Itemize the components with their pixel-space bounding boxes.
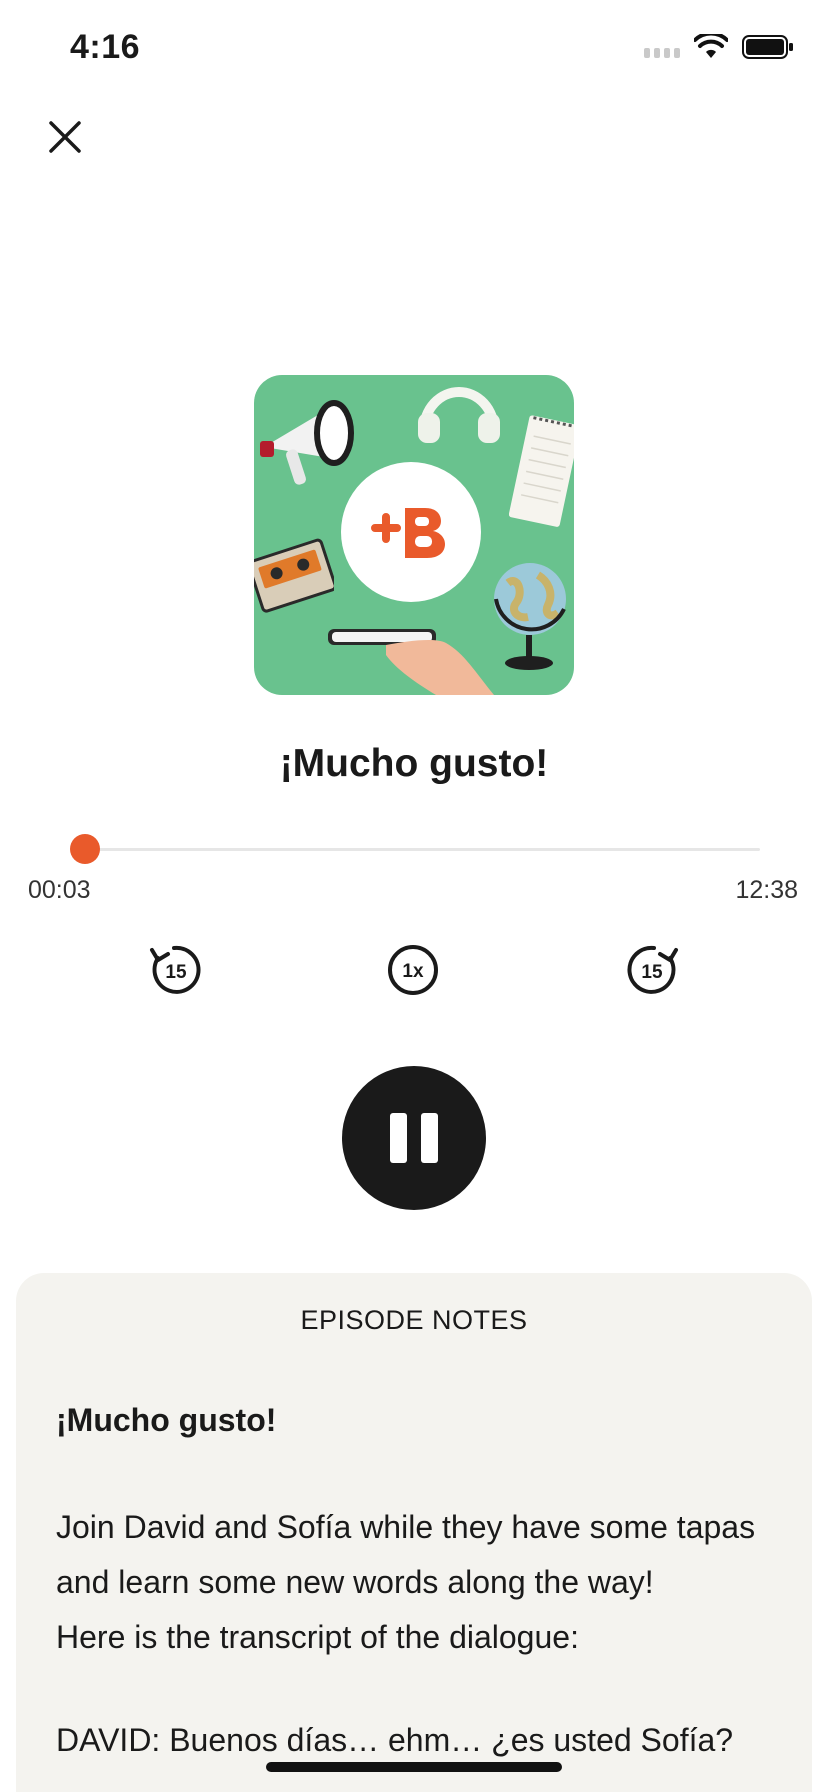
megaphone-icon: [260, 400, 354, 485]
notes-title: ¡Mucho gusto!: [56, 1402, 277, 1438]
wifi-icon: [694, 34, 728, 58]
rewind-label: 15: [165, 962, 187, 983]
close-icon: [49, 121, 81, 153]
pause-button[interactable]: [342, 1066, 486, 1210]
forward-15-button[interactable]: 15: [624, 940, 684, 1000]
playback-speed-button[interactable]: 1x: [383, 940, 443, 1000]
plus-b-logo-icon: [371, 508, 445, 558]
speed-icon: 1x: [388, 945, 438, 995]
notes-paragraph: Here is the transcript of the dialogue:: [56, 1619, 579, 1655]
notes-paragraph: DAVID: Buenos días… ehm… ¿es usted Sofía…: [56, 1722, 734, 1758]
cassette-icon: [254, 538, 334, 613]
battery-icon: [742, 35, 793, 59]
rewind-15-button[interactable]: 15: [144, 940, 204, 1000]
rewind-icon: 15: [150, 945, 201, 994]
babbel-logo: [341, 462, 481, 602]
forward-label: 15: [641, 962, 663, 983]
home-indicator[interactable]: [266, 1762, 562, 1772]
notepad-icon: [509, 415, 574, 527]
podcast-artwork: [254, 375, 574, 695]
elapsed-time: 00:03: [28, 876, 91, 904]
phone-in-hand-icon: [328, 629, 494, 695]
notes-paragraph: Join David and Sofía while they have som…: [56, 1509, 756, 1600]
pause-icon-bar-right: [421, 1113, 438, 1163]
speed-label: 1x: [402, 961, 424, 982]
status-icons: [644, 34, 794, 60]
status-time: 4:16: [70, 28, 141, 66]
episode-notes-panel[interactable]: EPISODE NOTES ¡Mucho gusto! Join David a…: [16, 1273, 812, 1792]
episode-notes-body: ¡Mucho gusto! Join David and Sofía while…: [56, 1393, 776, 1768]
pause-icon-bar-left: [390, 1113, 407, 1163]
episode-notes-heading: EPISODE NOTES: [300, 1305, 528, 1335]
headphones-icon: [418, 387, 500, 443]
cellular-signal-icon: [644, 36, 680, 58]
progress-track[interactable]: [69, 834, 760, 864]
status-bar: 4:16: [0, 0, 828, 100]
close-button[interactable]: [40, 112, 90, 162]
episode-title: ¡Mucho gusto!: [279, 742, 549, 785]
total-time: 12:38: [735, 876, 798, 904]
progress-thumb[interactable]: [69, 834, 100, 864]
forward-icon: 15: [627, 945, 678, 994]
